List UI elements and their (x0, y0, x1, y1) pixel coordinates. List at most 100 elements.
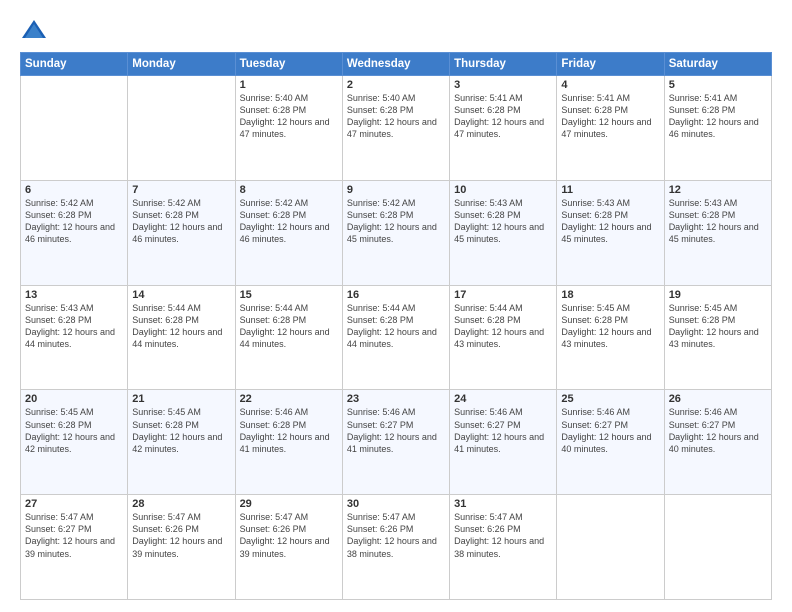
page-header (20, 16, 772, 44)
day-info: Sunrise: 5:47 AM Sunset: 6:26 PM Dayligh… (240, 511, 338, 560)
day-number: 26 (669, 393, 767, 405)
calendar-week-5: 27Sunrise: 5:47 AM Sunset: 6:27 PM Dayli… (21, 495, 772, 600)
day-number: 1 (240, 79, 338, 91)
day-number: 29 (240, 498, 338, 510)
calendar-week-2: 6Sunrise: 5:42 AM Sunset: 6:28 PM Daylig… (21, 180, 772, 285)
day-info: Sunrise: 5:42 AM Sunset: 6:28 PM Dayligh… (132, 197, 230, 246)
day-header-tuesday: Tuesday (235, 53, 342, 76)
day-info: Sunrise: 5:43 AM Sunset: 6:28 PM Dayligh… (561, 197, 659, 246)
day-info: Sunrise: 5:45 AM Sunset: 6:28 PM Dayligh… (561, 302, 659, 351)
day-number: 10 (454, 184, 552, 196)
calendar-cell: 29Sunrise: 5:47 AM Sunset: 6:26 PM Dayli… (235, 495, 342, 600)
calendar-cell: 25Sunrise: 5:46 AM Sunset: 6:27 PM Dayli… (557, 390, 664, 495)
day-info: Sunrise: 5:46 AM Sunset: 6:27 PM Dayligh… (347, 406, 445, 455)
day-number: 19 (669, 289, 767, 301)
day-number: 27 (25, 498, 123, 510)
day-info: Sunrise: 5:47 AM Sunset: 6:26 PM Dayligh… (454, 511, 552, 560)
day-number: 9 (347, 184, 445, 196)
day-number: 3 (454, 79, 552, 91)
day-info: Sunrise: 5:42 AM Sunset: 6:28 PM Dayligh… (25, 197, 123, 246)
day-number: 11 (561, 184, 659, 196)
day-number: 21 (132, 393, 230, 405)
day-info: Sunrise: 5:41 AM Sunset: 6:28 PM Dayligh… (454, 92, 552, 141)
calendar-header-row: SundayMondayTuesdayWednesdayThursdayFrid… (21, 53, 772, 76)
day-number: 30 (347, 498, 445, 510)
calendar-cell: 24Sunrise: 5:46 AM Sunset: 6:27 PM Dayli… (450, 390, 557, 495)
calendar-cell: 16Sunrise: 5:44 AM Sunset: 6:28 PM Dayli… (342, 285, 449, 390)
day-info: Sunrise: 5:46 AM Sunset: 6:27 PM Dayligh… (561, 406, 659, 455)
day-header-friday: Friday (557, 53, 664, 76)
calendar-cell: 6Sunrise: 5:42 AM Sunset: 6:28 PM Daylig… (21, 180, 128, 285)
calendar-cell: 28Sunrise: 5:47 AM Sunset: 6:26 PM Dayli… (128, 495, 235, 600)
day-number: 24 (454, 393, 552, 405)
day-info: Sunrise: 5:40 AM Sunset: 6:28 PM Dayligh… (240, 92, 338, 141)
calendar-cell: 10Sunrise: 5:43 AM Sunset: 6:28 PM Dayli… (450, 180, 557, 285)
calendar-cell: 5Sunrise: 5:41 AM Sunset: 6:28 PM Daylig… (664, 76, 771, 181)
calendar-cell: 18Sunrise: 5:45 AM Sunset: 6:28 PM Dayli… (557, 285, 664, 390)
day-info: Sunrise: 5:45 AM Sunset: 6:28 PM Dayligh… (132, 406, 230, 455)
day-info: Sunrise: 5:41 AM Sunset: 6:28 PM Dayligh… (561, 92, 659, 141)
day-number: 15 (240, 289, 338, 301)
calendar-cell (664, 495, 771, 600)
calendar-week-1: 1Sunrise: 5:40 AM Sunset: 6:28 PM Daylig… (21, 76, 772, 181)
day-number: 4 (561, 79, 659, 91)
calendar-cell: 19Sunrise: 5:45 AM Sunset: 6:28 PM Dayli… (664, 285, 771, 390)
day-info: Sunrise: 5:45 AM Sunset: 6:28 PM Dayligh… (25, 406, 123, 455)
calendar-cell: 22Sunrise: 5:46 AM Sunset: 6:28 PM Dayli… (235, 390, 342, 495)
day-number: 16 (347, 289, 445, 301)
calendar-cell: 26Sunrise: 5:46 AM Sunset: 6:27 PM Dayli… (664, 390, 771, 495)
day-number: 25 (561, 393, 659, 405)
day-info: Sunrise: 5:44 AM Sunset: 6:28 PM Dayligh… (454, 302, 552, 351)
day-header-saturday: Saturday (664, 53, 771, 76)
calendar-cell: 20Sunrise: 5:45 AM Sunset: 6:28 PM Dayli… (21, 390, 128, 495)
day-number: 12 (669, 184, 767, 196)
day-info: Sunrise: 5:46 AM Sunset: 6:27 PM Dayligh… (669, 406, 767, 455)
day-info: Sunrise: 5:43 AM Sunset: 6:28 PM Dayligh… (25, 302, 123, 351)
calendar-cell (21, 76, 128, 181)
day-info: Sunrise: 5:47 AM Sunset: 6:26 PM Dayligh… (132, 511, 230, 560)
day-number: 2 (347, 79, 445, 91)
day-info: Sunrise: 5:42 AM Sunset: 6:28 PM Dayligh… (240, 197, 338, 246)
day-header-wednesday: Wednesday (342, 53, 449, 76)
day-info: Sunrise: 5:46 AM Sunset: 6:28 PM Dayligh… (240, 406, 338, 455)
calendar-cell: 7Sunrise: 5:42 AM Sunset: 6:28 PM Daylig… (128, 180, 235, 285)
calendar-cell: 4Sunrise: 5:41 AM Sunset: 6:28 PM Daylig… (557, 76, 664, 181)
day-number: 14 (132, 289, 230, 301)
calendar-cell: 12Sunrise: 5:43 AM Sunset: 6:28 PM Dayli… (664, 180, 771, 285)
day-header-monday: Monday (128, 53, 235, 76)
calendar-cell: 9Sunrise: 5:42 AM Sunset: 6:28 PM Daylig… (342, 180, 449, 285)
day-info: Sunrise: 5:44 AM Sunset: 6:28 PM Dayligh… (240, 302, 338, 351)
day-info: Sunrise: 5:40 AM Sunset: 6:28 PM Dayligh… (347, 92, 445, 141)
calendar-cell: 13Sunrise: 5:43 AM Sunset: 6:28 PM Dayli… (21, 285, 128, 390)
day-number: 7 (132, 184, 230, 196)
day-info: Sunrise: 5:43 AM Sunset: 6:28 PM Dayligh… (669, 197, 767, 246)
day-number: 5 (669, 79, 767, 91)
calendar-cell (557, 495, 664, 600)
day-info: Sunrise: 5:43 AM Sunset: 6:28 PM Dayligh… (454, 197, 552, 246)
day-number: 28 (132, 498, 230, 510)
day-number: 22 (240, 393, 338, 405)
calendar-cell: 27Sunrise: 5:47 AM Sunset: 6:27 PM Dayli… (21, 495, 128, 600)
calendar-cell (128, 76, 235, 181)
day-number: 17 (454, 289, 552, 301)
logo-icon (20, 16, 48, 44)
calendar-cell: 2Sunrise: 5:40 AM Sunset: 6:28 PM Daylig… (342, 76, 449, 181)
calendar-cell: 21Sunrise: 5:45 AM Sunset: 6:28 PM Dayli… (128, 390, 235, 495)
day-info: Sunrise: 5:47 AM Sunset: 6:26 PM Dayligh… (347, 511, 445, 560)
day-number: 31 (454, 498, 552, 510)
day-info: Sunrise: 5:46 AM Sunset: 6:27 PM Dayligh… (454, 406, 552, 455)
day-info: Sunrise: 5:42 AM Sunset: 6:28 PM Dayligh… (347, 197, 445, 246)
logo (20, 16, 52, 44)
day-number: 13 (25, 289, 123, 301)
day-number: 8 (240, 184, 338, 196)
calendar-cell: 15Sunrise: 5:44 AM Sunset: 6:28 PM Dayli… (235, 285, 342, 390)
day-number: 6 (25, 184, 123, 196)
calendar-table: SundayMondayTuesdayWednesdayThursdayFrid… (20, 52, 772, 600)
calendar-cell: 3Sunrise: 5:41 AM Sunset: 6:28 PM Daylig… (450, 76, 557, 181)
calendar-cell: 31Sunrise: 5:47 AM Sunset: 6:26 PM Dayli… (450, 495, 557, 600)
calendar-cell: 23Sunrise: 5:46 AM Sunset: 6:27 PM Dayli… (342, 390, 449, 495)
calendar-cell: 14Sunrise: 5:44 AM Sunset: 6:28 PM Dayli… (128, 285, 235, 390)
calendar-cell: 17Sunrise: 5:44 AM Sunset: 6:28 PM Dayli… (450, 285, 557, 390)
day-number: 20 (25, 393, 123, 405)
day-header-sunday: Sunday (21, 53, 128, 76)
